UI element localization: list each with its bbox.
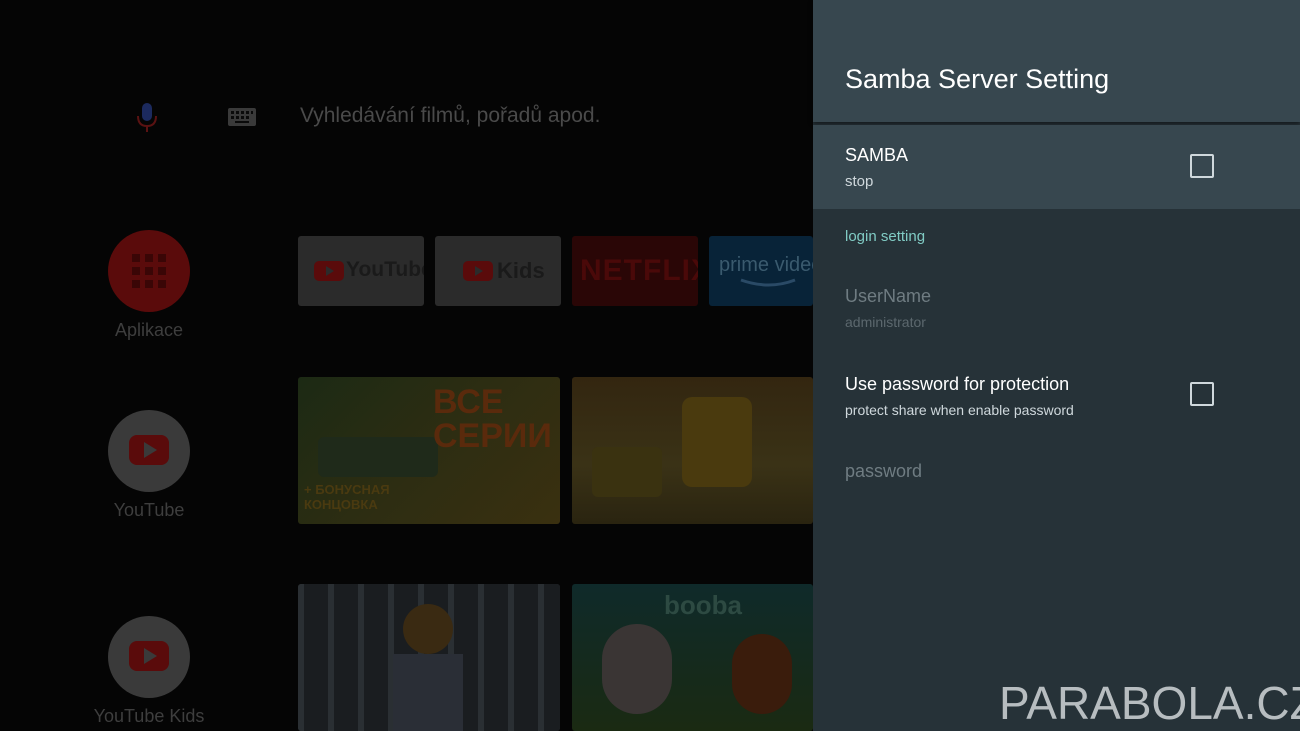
use-password-row[interactable]: Use password for protection protect shar… (813, 360, 1300, 430)
app-tile-label: prime video (719, 254, 813, 276)
category-header: login setting (845, 228, 926, 245)
youtube-icon (108, 410, 190, 492)
app-tile-prime-video[interactable]: prime video (709, 236, 813, 306)
username-title: UserName (845, 286, 932, 306)
character-head (403, 604, 453, 654)
character-body (393, 654, 463, 731)
use-password-title: Use password for protection (845, 374, 1070, 394)
thumbnail-subtitle: + БОНУСНАЯ КОНЦОВКА (304, 482, 390, 512)
use-password-checkbox[interactable] (1190, 382, 1214, 406)
youtube-kids-icon (108, 616, 190, 698)
sidebar-item-apps[interactable]: Aplikace (108, 230, 190, 340)
password-row: password (813, 450, 1300, 500)
panel-header: Samba Server Setting (813, 0, 1300, 122)
youtube-kids-logo-icon (463, 261, 493, 281)
app-tile-youtube[interactable]: YouTube (298, 236, 424, 306)
samba-title: SAMBA (845, 145, 909, 165)
use-password-summary: protect share when enable password (845, 402, 1074, 418)
video-thumbnail[interactable] (572, 377, 813, 524)
username-summary: administrator (845, 314, 926, 330)
thumbnail-title: ВСЕ СЕРИИ (433, 383, 552, 455)
watermark: PARABOLA.CZ (999, 677, 1300, 729)
page-title: Samba Server Setting (845, 64, 1110, 94)
sidebar-item-label: YouTube (113, 500, 185, 520)
tank-shape (592, 447, 662, 497)
character-shape (602, 624, 672, 714)
home-screen-background: Vyhledávání filmů, pořadů apod. Aplikace… (0, 0, 813, 731)
app-tile-youtube-kids[interactable]: Kids (435, 236, 561, 306)
samba-summary: stop (845, 173, 874, 190)
app-tile-netflix[interactable]: NETFLIX (572, 236, 698, 306)
sidebar-item-label: YouTube Kids (93, 706, 205, 726)
prime-smile-icon (740, 278, 796, 287)
video-thumbnail[interactable]: booba (572, 584, 813, 731)
keyboard-icon (228, 108, 256, 126)
character-shape (732, 634, 792, 714)
password-title: password (845, 461, 923, 481)
video-thumbnail[interactable]: ВСЕ СЕРИИ + БОНУСНАЯ КОНЦОВКА (298, 377, 560, 524)
search-bar: Vyhledávání filmů, pořadů apod. (0, 95, 813, 139)
youtube-logo-icon (314, 261, 344, 281)
app-tile-label: Kids (497, 258, 545, 283)
character-shape (682, 397, 752, 487)
settings-panel: Samba Server Setting SAMBA stop login se… (813, 0, 1300, 731)
app-tile-label: YouTube (346, 258, 424, 281)
tank-shape (318, 437, 438, 477)
app-tile-label: NETFLIX (580, 254, 698, 287)
samba-checkbox[interactable] (1190, 154, 1214, 178)
microphone-icon (137, 103, 157, 132)
apps-grid-icon (108, 230, 190, 312)
sidebar-item-youtube-kids[interactable]: YouTube Kids (94, 616, 204, 726)
thumbnail-title: booba (664, 590, 742, 620)
username-row: UserName administrator (813, 270, 1300, 340)
sidebar-item-youtube[interactable]: YouTube (108, 410, 190, 520)
search-placeholder[interactable]: Vyhledávání filmů, pořadů apod. (300, 104, 600, 128)
sidebar-item-label: Aplikace (114, 320, 184, 340)
video-thumbnail[interactable] (298, 584, 560, 731)
samba-toggle-row[interactable]: SAMBA stop (813, 125, 1300, 209)
